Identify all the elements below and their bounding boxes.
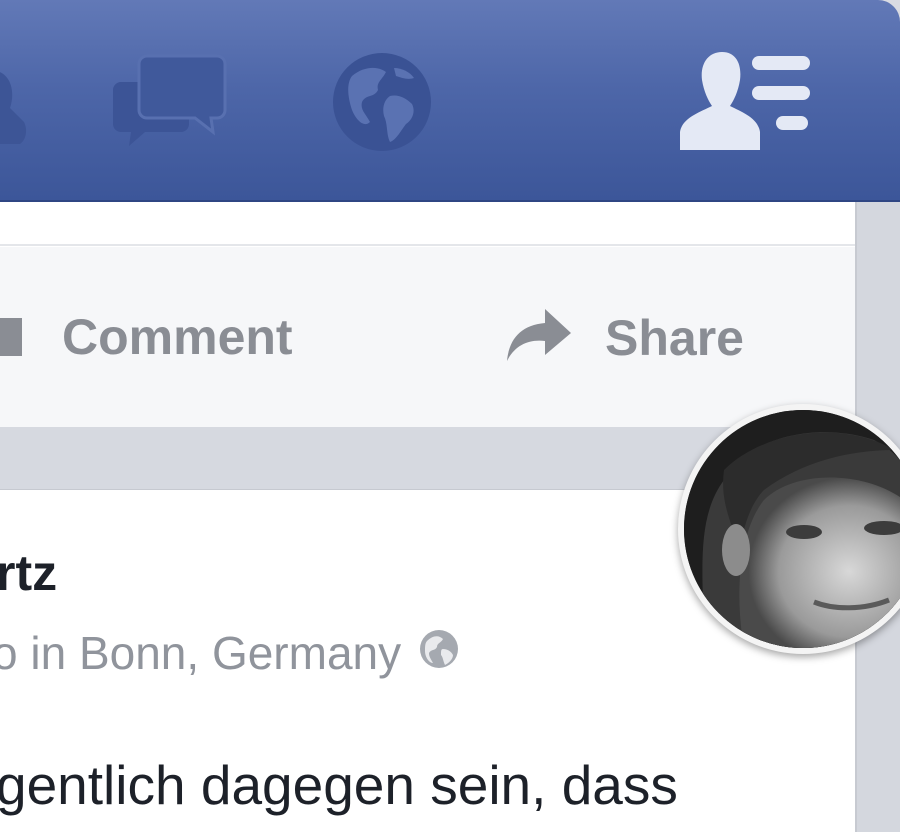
share-icon: [505, 307, 573, 368]
previous-post-footer: Comment Share: [0, 202, 855, 429]
messages-icon[interactable]: [113, 52, 228, 152]
share-label: Share: [605, 309, 744, 366]
comment-button[interactable]: Comment: [0, 307, 293, 367]
friends-list-icon[interactable]: [680, 48, 812, 154]
share-button[interactable]: Share: [505, 307, 744, 368]
post-body-text: gentlich dagegen sein, dass: [0, 754, 678, 816]
post-action-bar: Comment Share: [0, 247, 855, 429]
friend-requests-icon[interactable]: [0, 60, 30, 150]
public-audience-icon: [419, 625, 459, 681]
divider: [0, 244, 855, 246]
comment-icon: [0, 318, 22, 356]
post-location[interactable]: o in Bonn, Germany: [0, 625, 401, 681]
post-meta: o in Bonn, Germany: [0, 625, 459, 681]
top-navigation-bar: [0, 0, 900, 202]
chat-head-avatar: [684, 410, 900, 648]
comment-label: Comment: [62, 309, 293, 365]
notifications-globe-icon[interactable]: [330, 50, 434, 154]
post-author-name[interactable]: rtz: [0, 544, 57, 602]
